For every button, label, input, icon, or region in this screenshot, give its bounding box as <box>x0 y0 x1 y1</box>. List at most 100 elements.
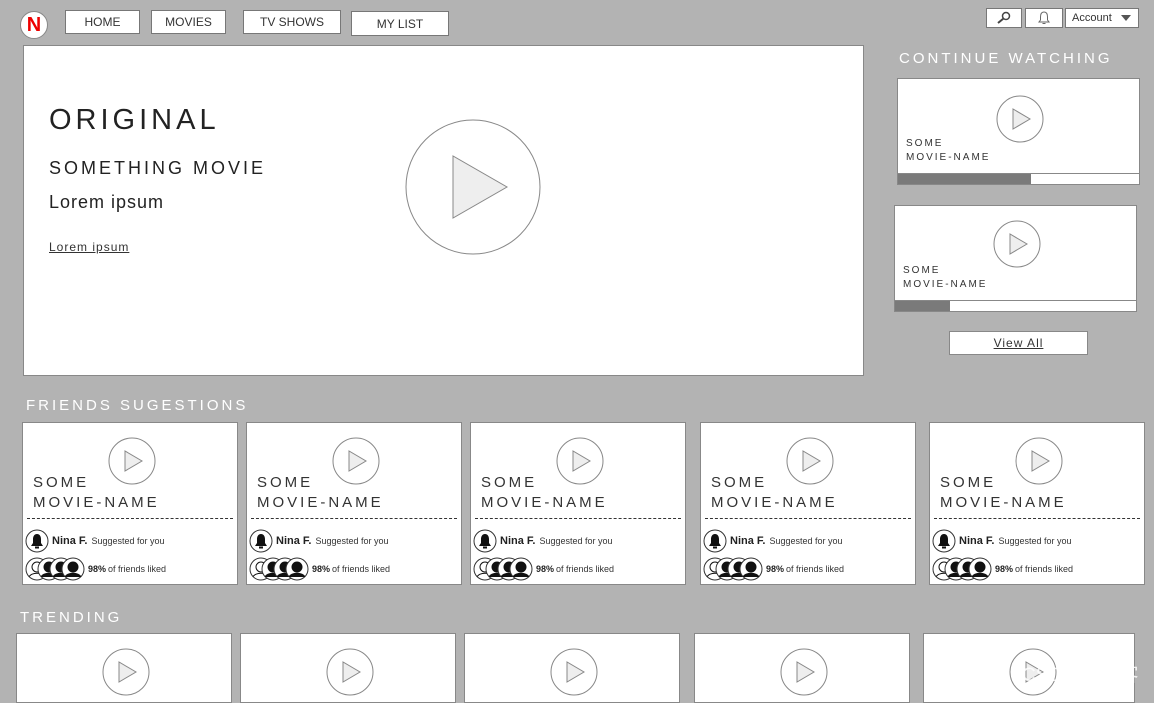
liked-text: of friends liked <box>556 564 615 574</box>
friend-suggestion-card[interactable]: SOME MOVIE-NAME Nina F. Suggested for yo… <box>470 422 686 585</box>
liked-percent: 98% <box>312 564 331 574</box>
watermark: CSDN @摹客 <box>1022 665 1139 686</box>
divider <box>251 518 457 519</box>
play-icon[interactable] <box>780 648 828 696</box>
movie-name-line1: SOME <box>906 138 944 149</box>
movie-name: SOME MOVIE-NAME <box>906 137 990 165</box>
friend-suggestion-row: Nina F. Suggested for you <box>25 529 165 553</box>
movie-name-line1: SOME <box>257 474 314 491</box>
watch-progress-fill <box>895 301 951 311</box>
suggested-text: Suggested for you <box>91 536 165 546</box>
friends-liked-row: 98% of friends liked <box>703 557 844 581</box>
nav-home-button[interactable]: HOME <box>65 10 140 34</box>
friend-avatar-icon <box>932 529 956 553</box>
friend-avatar-icon <box>509 557 533 581</box>
play-icon[interactable] <box>404 118 542 256</box>
friend-avatar-icon <box>968 557 992 581</box>
continue-watching-card[interactable]: SOME MOVIE-NAME <box>897 78 1140 185</box>
friend-suggestion-card[interactable]: SOME MOVIE-NAME Nina F. Suggested for yo… <box>22 422 238 585</box>
play-icon[interactable] <box>996 95 1044 143</box>
friend-suggestion-card[interactable]: SOME MOVIE-NAME Nina F. Suggested for yo… <box>700 422 916 585</box>
liked-percent: 98% <box>995 564 1014 574</box>
movie-name-line2: MOVIE-NAME <box>481 494 608 511</box>
liked-percent: 98% <box>536 564 555 574</box>
movie-name-line1: SOME <box>940 474 997 491</box>
account-label: Account <box>1072 12 1112 24</box>
movie-name-line1: SOME <box>903 265 941 276</box>
play-icon[interactable] <box>550 648 598 696</box>
friend-name[interactable]: Nina F. <box>730 535 765 547</box>
friend-avatar-icon <box>473 529 497 553</box>
movie-name: SOME MOVIE-NAME <box>711 473 838 513</box>
friend-name[interactable]: Nina F. <box>52 535 87 547</box>
friend-suggestion-card[interactable]: SOME MOVIE-NAME Nina F. Suggested for yo… <box>246 422 462 585</box>
hero-description: Lorem ipsum <box>49 192 165 212</box>
play-icon[interactable] <box>993 220 1041 268</box>
friend-avatar-icon <box>739 557 763 581</box>
movie-name: SOME MOVIE-NAME <box>257 473 384 513</box>
liked-text: of friends liked <box>108 564 167 574</box>
suggested-text: Suggested for you <box>539 536 613 546</box>
liked-text: of friends liked <box>1015 564 1074 574</box>
continue-watching-card[interactable]: SOME MOVIE-NAME <box>894 205 1137 312</box>
liked-percent: 98% <box>88 564 107 574</box>
watch-progress-bar <box>895 300 1136 311</box>
movie-name-line2: MOVIE-NAME <box>711 494 838 511</box>
suggested-text: Suggested for you <box>998 536 1072 546</box>
hero-banner[interactable]: ORIGINAL SOMETHING MOVIE Lorem ipsum Lor… <box>23 45 864 376</box>
movie-name: SOME MOVIE-NAME <box>481 473 608 513</box>
movie-name-line2: MOVIE-NAME <box>33 494 160 511</box>
play-icon[interactable] <box>326 648 374 696</box>
bell-icon <box>1038 11 1050 24</box>
friend-name[interactable]: Nina F. <box>276 535 311 547</box>
chevron-down-icon <box>1121 15 1131 21</box>
friends-liked-row: 98% of friends liked <box>249 557 390 581</box>
search-icon <box>997 11 1011 24</box>
liked-text: of friends liked <box>786 564 845 574</box>
watch-progress-fill <box>898 174 1031 184</box>
movie-name: SOME MOVIE-NAME <box>33 473 160 513</box>
movie-name: SOME MOVIE-NAME <box>903 264 987 292</box>
movie-name-line1: SOME <box>711 474 768 491</box>
friend-name[interactable]: Nina F. <box>959 535 994 547</box>
movie-name-line1: SOME <box>481 474 538 491</box>
liked-text: of friends liked <box>332 564 391 574</box>
play-icon[interactable] <box>102 648 150 696</box>
friend-avatar-icon <box>249 529 273 553</box>
friend-suggestion-card[interactable]: SOME MOVIE-NAME Nina F. Suggested for yo… <box>929 422 1145 585</box>
logo[interactable]: N <box>20 11 48 39</box>
hero-subtitle: SOMETHING MOVIE <box>49 158 267 178</box>
hero-link[interactable]: Lorem ipsum <box>49 240 129 254</box>
friend-suggestion-row: Nina F. Suggested for you <box>473 529 613 553</box>
friend-suggestion-row: Nina F. Suggested for you <box>249 529 389 553</box>
friend-avatar-icon <box>25 529 49 553</box>
friends-avatars <box>703 557 763 581</box>
notifications-button[interactable] <box>1025 8 1063 28</box>
logo-letter: N <box>26 13 42 36</box>
friend-avatar-icon <box>703 529 727 553</box>
view-all-button[interactable]: View All <box>949 331 1088 355</box>
suggested-text: Suggested for you <box>769 536 843 546</box>
search-button[interactable] <box>986 8 1022 28</box>
nav-movies-button[interactable]: MOVIES <box>151 10 226 34</box>
nav-tvshows-button[interactable]: TV SHOWS <box>243 10 341 34</box>
friends-liked-row: 98% of friends liked <box>932 557 1073 581</box>
friend-suggestion-row: Nina F. Suggested for you <box>703 529 843 553</box>
continue-watching-title: CONTINUE WATCHING <box>899 50 1113 67</box>
divider <box>475 518 681 519</box>
suggested-text: Suggested for you <box>315 536 389 546</box>
movie-name-line2: MOVIE-NAME <box>257 494 384 511</box>
movie-name-line1: SOME <box>33 474 90 491</box>
watch-progress-bar <box>898 173 1139 184</box>
friend-name[interactable]: Nina F. <box>500 535 535 547</box>
nav-mylist-button[interactable]: MY LIST <box>351 11 449 36</box>
movie-name: SOME MOVIE-NAME <box>940 473 1067 513</box>
movie-name-line2: MOVIE-NAME <box>906 152 991 163</box>
liked-percent: 98% <box>766 564 785 574</box>
friend-avatar-icon <box>61 557 85 581</box>
friend-suggestion-row: Nina F. Suggested for you <box>932 529 1072 553</box>
friend-avatar-icon <box>285 557 309 581</box>
account-dropdown[interactable]: Account <box>1065 8 1139 28</box>
divider <box>705 518 911 519</box>
friends-liked-row: 98% of friends liked <box>473 557 614 581</box>
